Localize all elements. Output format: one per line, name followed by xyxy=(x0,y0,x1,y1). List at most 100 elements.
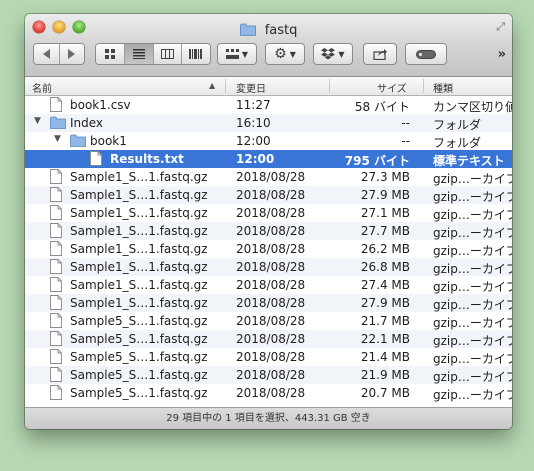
list-view-icon xyxy=(132,49,145,59)
title-bar: fastq ⤢ ▼ ⚙ ▼ ▼ » xyxy=(25,14,512,77)
action-button[interactable]: ⚙ ▼ xyxy=(265,43,305,65)
document-icon xyxy=(50,331,62,346)
modified-date: 2018/08/28 xyxy=(236,296,306,310)
file-list: book1.csv 11:27 58 バイト カンマ区切り値 ▼ Index 16:10 --… xyxy=(25,96,512,406)
column-header-date[interactable]: 変更日 xyxy=(236,80,266,95)
file-kind: gzip…ーカイブ xyxy=(433,316,512,330)
modified-date: 12:00 xyxy=(236,152,275,166)
file-size: 22.1 MB xyxy=(360,332,410,346)
file-name: Sample1_S…1.fastq.gz xyxy=(70,242,208,256)
file-name: Index xyxy=(70,116,104,130)
column-header-bar: 名前 ▲ 変更日 サイズ 種類 xyxy=(25,77,512,96)
modified-date: 2018/08/28 xyxy=(236,332,306,346)
file-size: 27.3 MB xyxy=(360,170,410,184)
column-view-icon xyxy=(160,49,174,59)
file-name: book1.csv xyxy=(70,98,131,112)
file-row[interactable]: Sample5_S…1.fastq.gz 2018/08/28 21.7 MB gzi… xyxy=(25,312,512,330)
back-button[interactable] xyxy=(34,44,60,64)
file-row[interactable]: Sample1_S…1.fastq.gz 2018/08/28 27.9 MB gzi… xyxy=(25,186,512,204)
modified-date: 2018/08/28 xyxy=(236,224,306,238)
file-kind: gzip…ーカイブ xyxy=(433,370,512,384)
file-size: 21.7 MB xyxy=(360,314,410,328)
file-row[interactable]: Sample1_S…1.fastq.gz 2018/08/28 26.8 MB gzi… xyxy=(25,258,512,276)
file-row[interactable]: Results.txt 12:00 795 バイト 標準テキスト xyxy=(25,150,512,168)
file-kind: gzip…ーカイブ xyxy=(433,262,512,276)
file-row[interactable]: Sample1_S…1.fastq.gz 2018/08/28 27.3 MB gzi… xyxy=(25,168,512,186)
back-forward-control xyxy=(33,43,85,65)
document-icon xyxy=(50,169,62,184)
window-title: fastq xyxy=(264,23,298,38)
column-header-size[interactable]: サイズ xyxy=(377,80,407,95)
folder-icon xyxy=(50,116,66,129)
modified-date: 2018/08/28 xyxy=(236,368,306,382)
column-view-button[interactable] xyxy=(153,44,182,64)
gear-icon: ⚙ xyxy=(274,46,287,62)
file-size: 20.7 MB xyxy=(360,386,410,400)
forward-button[interactable] xyxy=(59,44,84,64)
folder-icon xyxy=(239,23,256,36)
chevron-down-icon: ▼ xyxy=(241,49,249,59)
chevron-down-icon: ▼ xyxy=(289,49,296,59)
dropbox-button[interactable]: ▼ xyxy=(313,43,353,65)
document-icon xyxy=(50,241,62,256)
file-row[interactable]: Sample5_S…1.fastq.gz 2018/08/28 22.1 MB gzi… xyxy=(25,330,512,348)
column-divider[interactable] xyxy=(225,79,226,93)
column-header-kind[interactable]: 種類 xyxy=(433,80,453,95)
file-kind: gzip…ーカイブ xyxy=(433,226,512,240)
file-row[interactable]: Sample1_S…1.fastq.gz 2018/08/28 27.7 MB gzi… xyxy=(25,222,512,240)
file-name: Sample5_S…1.fastq.gz xyxy=(70,368,208,382)
arrange-button[interactable]: ▼ xyxy=(217,43,257,65)
file-kind: gzip…ーカイブ xyxy=(433,352,512,366)
file-row[interactable]: Sample5_S…1.fastq.gz 2018/08/28 21.4 MB gzi… xyxy=(25,348,512,366)
file-size: 795 バイト xyxy=(344,154,410,168)
modified-date: 2018/08/28 xyxy=(236,314,306,328)
modified-date: 2018/08/28 xyxy=(236,170,306,184)
file-row[interactable]: Sample1_S…1.fastq.gz 2018/08/28 27.4 MB gzi… xyxy=(25,276,512,294)
file-kind: gzip…ーカイブ xyxy=(433,244,512,258)
file-kind: gzip…ーカイブ xyxy=(433,208,512,222)
column-header-name[interactable]: 名前 xyxy=(32,80,52,95)
file-name: Sample5_S…1.fastq.gz xyxy=(70,350,208,364)
icon-view-icon xyxy=(104,48,115,59)
file-name: book1 xyxy=(90,134,127,148)
folder-row[interactable]: ▼ book1 12:00 -- フォルダ xyxy=(25,132,512,150)
file-row[interactable]: Sample5_S…1.fastq.gz 2018/08/28 20.7 MB gzi… xyxy=(25,384,512,402)
file-row[interactable]: Sample1_S…1.fastq.gz 2018/08/28 27.9 MB gzi… xyxy=(25,294,512,312)
folder-icon xyxy=(70,134,86,147)
column-divider[interactable] xyxy=(423,79,424,93)
toolbar-overflow-button[interactable]: » xyxy=(498,47,506,62)
file-row[interactable]: Sample1_S…1.fastq.gz 2018/08/28 27.1 MB gzi… xyxy=(25,204,512,222)
modified-date: 11:27 xyxy=(236,98,271,112)
file-name: Results.txt xyxy=(110,152,184,166)
modified-date: 2018/08/28 xyxy=(236,260,306,274)
column-divider[interactable] xyxy=(329,79,330,93)
file-kind: フォルダ xyxy=(433,118,482,132)
file-name: Sample5_S…1.fastq.gz xyxy=(70,314,208,328)
file-size: 27.7 MB xyxy=(360,224,410,238)
finder-window: fastq ⤢ ▼ ⚙ ▼ ▼ » 名前 ▲ 変更日 サイズ 種類 book1.… xyxy=(25,14,512,429)
folder-row[interactable]: ▼ Index 16:10 -- フォルダ xyxy=(25,114,512,132)
file-name: Sample1_S…1.fastq.gz xyxy=(70,224,208,238)
coverflow-view-icon xyxy=(189,49,203,59)
window-title-group: fastq xyxy=(25,19,512,38)
modified-date: 2018/08/28 xyxy=(236,206,306,220)
modified-date: 2018/08/28 xyxy=(236,242,306,256)
modified-date: 2018/08/28 xyxy=(236,350,306,364)
share-button[interactable] xyxy=(363,43,397,65)
file-kind: 標準テキスト xyxy=(433,154,505,168)
document-icon xyxy=(50,97,62,112)
file-name: Sample1_S…1.fastq.gz xyxy=(70,188,208,202)
file-row[interactable]: book1.csv 11:27 58 バイト カンマ区切り値 xyxy=(25,96,512,114)
tags-button[interactable] xyxy=(405,43,447,65)
file-size: 26.8 MB xyxy=(360,260,410,274)
file-row[interactable]: Sample5_S…1.fastq.gz 2018/08/28 21.9 MB gzi… xyxy=(25,366,512,384)
list-view-button[interactable] xyxy=(125,44,154,64)
modified-date: 2018/08/28 xyxy=(236,278,306,292)
file-name: Sample1_S…1.fastq.gz xyxy=(70,296,208,310)
disclosure-triangle-icon[interactable]: ▼ xyxy=(54,134,61,144)
icon-view-button[interactable] xyxy=(96,44,126,64)
fullscreen-arrows-icon[interactable]: ⤢ xyxy=(496,20,505,34)
disclosure-triangle-icon[interactable]: ▼ xyxy=(34,116,41,126)
file-row[interactable]: Sample1_S…1.fastq.gz 2018/08/28 26.2 MB gzi… xyxy=(25,240,512,258)
coverflow-view-button[interactable] xyxy=(181,44,210,64)
